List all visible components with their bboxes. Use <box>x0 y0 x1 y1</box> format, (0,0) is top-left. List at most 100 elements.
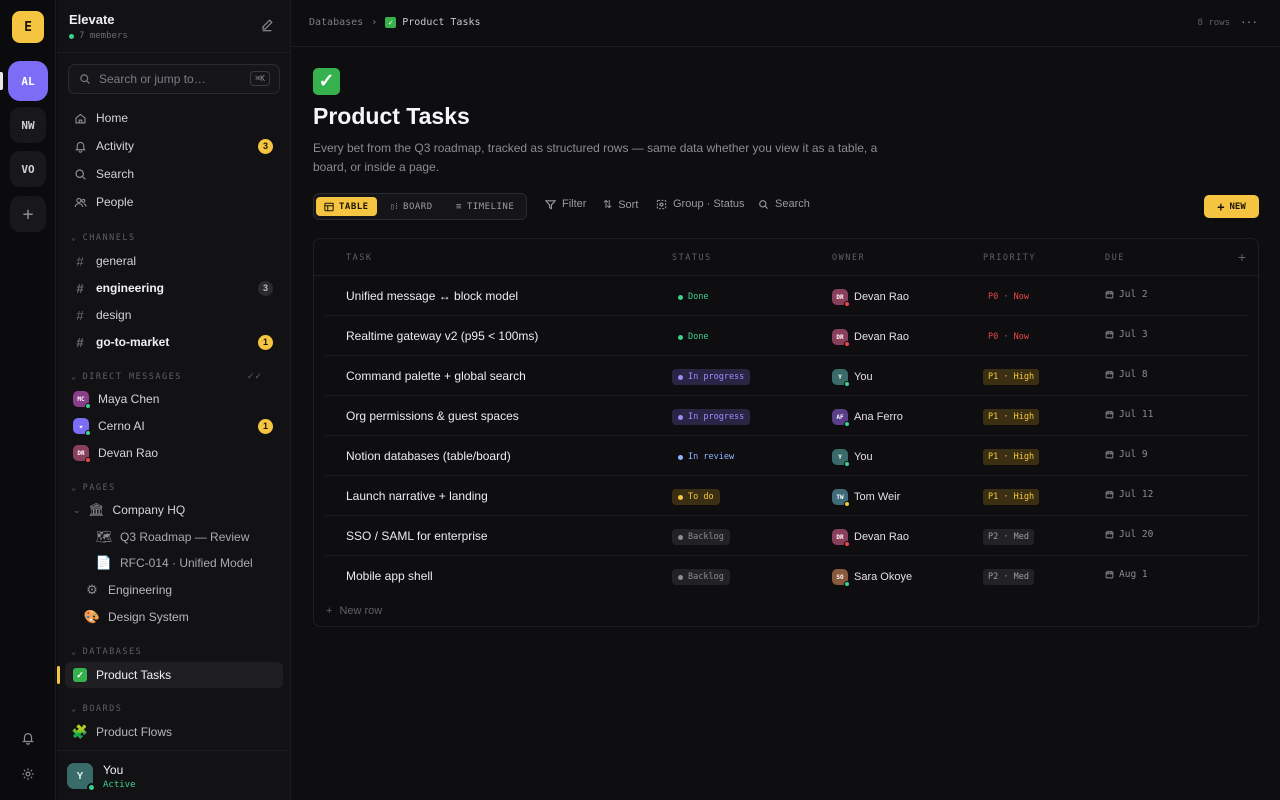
status-badge[interactable]: In progress <box>672 409 751 425</box>
status-badge[interactable]: Done <box>672 289 714 305</box>
nav-people[interactable]: People <box>65 189 283 215</box>
pages-section-header[interactable]: ⌄ PAGES <box>71 483 116 493</box>
column-status[interactable]: STATUS <box>672 253 712 263</box>
table-search-button[interactable]: Search <box>758 198 810 210</box>
sort-button[interactable]: ⇅ Sort <box>603 198 638 212</box>
channel-design[interactable]: # design <box>65 302 283 328</box>
page-design-system[interactable]: 🎨 Design System <box>77 604 283 630</box>
column-task[interactable]: TASK <box>346 253 372 263</box>
due-date[interactable]: Jul 20 <box>1105 529 1153 540</box>
due-date[interactable]: Jul 3 <box>1105 329 1148 340</box>
task-name[interactable]: SSO / SAML for enterprise <box>346 529 488 543</box>
task-name[interactable]: Command palette + global search <box>346 369 526 383</box>
workspace-al[interactable]: AL <box>8 61 48 101</box>
page-rfc-014[interactable]: 📄 RFC-014 · Unified Model <box>89 550 283 576</box>
breadcrumb-databases[interactable]: Databases <box>309 17 363 28</box>
channel-engineering[interactable]: # engineering 3 <box>65 275 283 301</box>
sidebar-search-input[interactable]: Search or jump to… ⌘K <box>68 64 280 94</box>
workspace-nw[interactable]: NW <box>10 107 46 143</box>
workspace-vo[interactable]: VO <box>10 151 46 187</box>
channel-general[interactable]: # general <box>65 248 283 274</box>
more-options-icon[interactable]: ··· <box>1241 13 1258 29</box>
table-row[interactable]: Mobile app shell Backlog SO Sara Okoye P2 · … <box>324 556 1248 596</box>
task-name[interactable]: Unified message ↔ block model <box>346 289 518 303</box>
column-due[interactable]: DUE <box>1105 253 1125 263</box>
notifications-icon[interactable] <box>18 728 38 748</box>
group-button[interactable]: Group · Status <box>656 198 745 210</box>
nav-search[interactable]: Search <box>65 161 283 187</box>
priority-badge[interactable]: P1 · High <box>983 449 1040 465</box>
status-badge[interactable]: Backlog <box>672 529 730 545</box>
mark-read-icon[interactable]: ✓✓ <box>247 371 262 382</box>
due-date[interactable]: Jul 12 <box>1105 489 1153 500</box>
filter-button[interactable]: Filter <box>545 198 586 210</box>
add-workspace-button[interactable]: + <box>10 196 46 232</box>
owner-cell[interactable]: SO Sara Okoye <box>832 569 912 587</box>
board-product-flows[interactable]: 🧩 Product Flows <box>65 719 283 745</box>
user-profile[interactable]: Y You Active <box>57 750 291 800</box>
nav-home[interactable]: Home <box>65 105 283 131</box>
dm-cerno-ai[interactable]: ✦ Cerno AI 1 <box>65 413 283 439</box>
priority-badge[interactable]: P2 · Med <box>983 569 1034 585</box>
owner-cell[interactable]: DR Devan Rao <box>832 329 909 347</box>
tab-timeline[interactable]: ≡ TIMELINE <box>448 197 522 216</box>
channels-section-header[interactable]: ⌄ CHANNELS <box>71 233 136 243</box>
task-name[interactable]: Org permissions & guest spaces <box>346 409 519 423</box>
table-row[interactable]: Realtime gateway v2 (p95 < 100ms) Done DR D… <box>324 316 1248 356</box>
status-badge[interactable]: Done <box>672 329 714 345</box>
column-owner[interactable]: OWNER <box>832 253 865 263</box>
table-row[interactable]: Unified message ↔ block model Done DR Devan… <box>324 276 1248 316</box>
column-priority[interactable]: PRIORITY <box>983 253 1036 263</box>
status-badge[interactable]: In review <box>672 449 740 465</box>
settings-icon[interactable] <box>18 764 38 784</box>
owner-cell[interactable]: DR Devan Rao <box>832 289 909 307</box>
due-date[interactable]: Jul 2 <box>1105 289 1148 300</box>
dm-maya-chen[interactable]: MC Maya Chen <box>65 386 283 412</box>
page-checkmark-icon[interactable]: ✓ <box>313 68 340 95</box>
new-row-link[interactable]: + New row <box>326 605 382 617</box>
priority-badge[interactable]: P1 · High <box>983 369 1040 385</box>
status-badge[interactable]: In progress <box>672 369 751 385</box>
page-engineering[interactable]: ⚙ Engineering <box>77 577 283 603</box>
table-row[interactable]: SSO / SAML for enterprise Backlog DR Devan … <box>324 516 1248 556</box>
workspace-elevate[interactable]: E <box>12 11 44 43</box>
task-name[interactable]: Launch narrative + landing <box>346 489 488 503</box>
page-q3-roadmap[interactable]: 🗺 Q3 Roadmap — Review <box>89 524 283 550</box>
due-date[interactable]: Jul 11 <box>1105 409 1153 420</box>
due-date[interactable]: Jul 9 <box>1105 449 1148 460</box>
tab-board[interactable]: ▯⁞ BOARD <box>382 197 441 216</box>
priority-badge[interactable]: P1 · High <box>983 409 1040 425</box>
table-row[interactable]: Command palette + global search In progre… <box>324 356 1248 396</box>
task-name[interactable]: Notion databases (table/board) <box>346 449 511 463</box>
channel-go-to-market[interactable]: # go-to-market 1 <box>65 329 283 355</box>
tab-table[interactable]: TABLE <box>316 197 377 216</box>
status-badge[interactable]: To do <box>672 489 720 505</box>
nav-activity[interactable]: Activity 3 <box>65 133 283 159</box>
owner-cell[interactable]: TW Tom Weir <box>832 489 900 507</box>
task-name[interactable]: Realtime gateway v2 (p95 < 100ms) <box>346 329 538 343</box>
boards-section-header[interactable]: ⌄ BOARDS <box>71 704 122 714</box>
table-row[interactable]: Notion databases (table/board) In review Y… <box>324 436 1248 476</box>
owner-cell[interactable]: AF Ana Ferro <box>832 409 903 427</box>
database-product-tasks[interactable]: ✓ Product Tasks <box>57 662 283 688</box>
owner-cell[interactable]: DR Devan Rao <box>832 529 909 547</box>
compose-icon[interactable] <box>260 18 274 35</box>
priority-badge[interactable]: P1 · High <box>983 489 1040 505</box>
table-row[interactable]: Launch narrative + landing To do TW Tom Wei… <box>324 476 1248 516</box>
dms-section-header[interactable]: ⌄ DIRECT MESSAGES <box>71 372 182 382</box>
chevron-down-icon[interactable]: ⌄ <box>73 505 81 516</box>
new-row-button[interactable]: + NEW <box>1204 195 1259 218</box>
status-badge[interactable]: Backlog <box>672 569 730 585</box>
add-column-icon[interactable]: + <box>1238 249 1246 265</box>
table-row[interactable]: Org permissions & guest spaces In progres… <box>324 396 1248 436</box>
task-name[interactable]: Mobile app shell <box>346 569 433 583</box>
due-date[interactable]: Aug 1 <box>1105 569 1148 580</box>
databases-section-header[interactable]: ⌄ DATABASES <box>71 647 142 657</box>
breadcrumb-current[interactable]: ✓ Product Tasks <box>385 17 481 28</box>
priority-badge[interactable]: P0 · Now <box>983 329 1034 345</box>
priority-badge[interactable]: P2 · Med <box>983 529 1034 545</box>
dm-devan-rao[interactable]: DR Devan Rao <box>65 440 283 466</box>
owner-cell[interactable]: Y You <box>832 449 873 467</box>
owner-cell[interactable]: Y You <box>832 369 873 387</box>
due-date[interactable]: Jul 8 <box>1105 369 1148 380</box>
